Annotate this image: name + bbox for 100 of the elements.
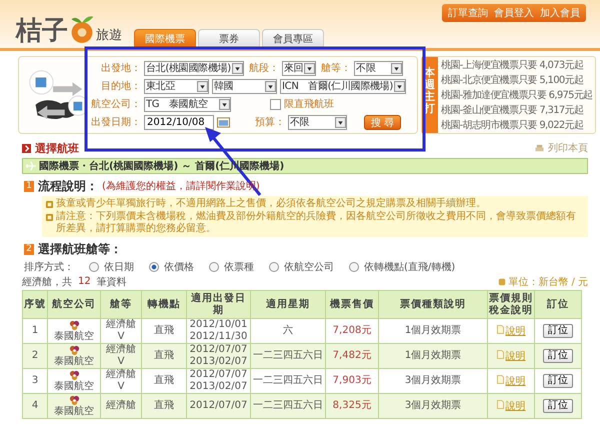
table-cell: 1個月效期票 bbox=[378, 344, 488, 368]
logo-text: 桔子 bbox=[16, 18, 68, 44]
dropdown[interactable]: 來回 bbox=[282, 60, 316, 76]
column-header: 轉機點 bbox=[142, 290, 186, 318]
promo-link[interactable]: 桃園-北京便宜機票只要 5,100元起 bbox=[441, 72, 592, 87]
caret-icon bbox=[304, 62, 316, 74]
table-cell: 一二三四五六日 bbox=[250, 394, 326, 418]
caret-icon bbox=[197, 80, 208, 92]
column-header: 票價種類說明 bbox=[378, 290, 488, 318]
field-label: 出發日期： bbox=[91, 116, 141, 129]
step-number: 1 bbox=[24, 180, 34, 192]
table-cell: 經濟艙 V bbox=[100, 344, 142, 368]
step-title: 流程說明： bbox=[38, 178, 98, 194]
checkbox-label: 限直飛航班 bbox=[284, 98, 334, 111]
checkbox[interactable] bbox=[270, 98, 281, 110]
column-header: 票價規則 稅金說明 bbox=[488, 290, 534, 318]
field-label: 目的地： bbox=[100, 80, 141, 93]
coin-icon bbox=[498, 278, 506, 286]
radio-button[interactable] bbox=[269, 262, 279, 272]
caret-icon bbox=[391, 62, 402, 74]
column-header: 適用星期 bbox=[250, 290, 326, 318]
field-label: 航空公司： bbox=[91, 98, 141, 111]
field-label: 出發地： bbox=[100, 62, 141, 75]
radio-label: 依價格 bbox=[164, 260, 194, 274]
column-header: 航空公司 bbox=[48, 290, 100, 318]
book-button[interactable]: 訂位 bbox=[543, 349, 573, 363]
field-label: 預算： bbox=[254, 116, 285, 129]
promo-link[interactable]: 桃園-釜山便宜機票只要 7,317元起 bbox=[441, 103, 592, 118]
notice-text: 孩童或青少年單獨旅行時，不適用網路上之售價，必須依各航空公司之規定購票及相關手續辦理。 bbox=[56, 198, 486, 210]
date-field[interactable]: 2012/10/08 bbox=[144, 114, 214, 130]
promo-link[interactable]: 桃園-上海便宜機票只要 4,073元起 bbox=[441, 58, 592, 72]
radio-label: 依轉機點(直飛/轉機) bbox=[364, 260, 456, 274]
table-cell: 直飛 bbox=[142, 394, 186, 418]
bullet-icon bbox=[46, 201, 53, 208]
radio-button[interactable] bbox=[149, 262, 159, 272]
logo-subtext: 旅遊 bbox=[96, 27, 122, 44]
orchid-icon bbox=[68, 394, 80, 406]
caret-icon bbox=[335, 116, 346, 128]
airline-name: 泰國航空 bbox=[54, 356, 94, 366]
radio-label: 依航空公司 bbox=[284, 260, 334, 274]
price-cell: 7,482元 bbox=[326, 344, 378, 368]
radio-button[interactable] bbox=[349, 262, 359, 272]
document-icon bbox=[496, 350, 504, 358]
dropdown[interactable]: 韓國 bbox=[212, 78, 277, 94]
printer-icon[interactable] bbox=[535, 144, 544, 152]
orchid-icon bbox=[68, 370, 80, 380]
column-header: 艙等 bbox=[100, 290, 142, 318]
caret-icon bbox=[219, 98, 230, 110]
step-title: 選擇航班艙等： bbox=[38, 240, 122, 258]
column-header: 訂位 bbox=[534, 290, 582, 318]
document-icon bbox=[496, 400, 504, 408]
caret-icon bbox=[232, 62, 243, 74]
radio-label: 依票種 bbox=[224, 260, 254, 274]
document-icon bbox=[496, 324, 504, 334]
notice-text: 請注意：下列票價未含機場稅，燃油費及部份外籍航空的兵險費，因各航空公司所徵收之費用不同，會導致票價總額有所差異，請打算購票的您務必留意。 bbox=[56, 211, 577, 235]
dropdown[interactable]: 台北(桃園國際機場) bbox=[144, 60, 244, 76]
column-header: 序號 bbox=[22, 290, 48, 318]
dropdown[interactable]: ICN 首爾(仁川國際機場) bbox=[280, 78, 406, 94]
radio-button[interactable] bbox=[209, 262, 219, 272]
nav-tab[interactable]: 票券 bbox=[198, 29, 260, 48]
table-cell: 經濟艙 bbox=[100, 394, 142, 418]
column-header: 適用出發日期 bbox=[186, 290, 250, 318]
bullet-icon bbox=[46, 214, 53, 221]
book-button[interactable]: 訂位 bbox=[543, 324, 573, 338]
radio-label: 依日期 bbox=[104, 260, 134, 274]
dropdown[interactable]: 不限 bbox=[354, 60, 404, 76]
column-header: 機票售價 bbox=[326, 290, 378, 318]
fruit-icon bbox=[69, 14, 95, 44]
calendar-icon[interactable] bbox=[217, 116, 230, 128]
step-number: 2 bbox=[24, 244, 34, 254]
field-label: 航段： bbox=[248, 62, 279, 75]
nav-tab[interactable]: 會員專區 bbox=[262, 29, 324, 48]
promo-link[interactable]: 桃園-胡志明市機票只要 9,022元起 bbox=[441, 118, 592, 132]
dropdown[interactable]: 東北亞 bbox=[144, 78, 209, 94]
table-cell: 直飛 bbox=[142, 344, 186, 368]
table-cell: 一二三四五六日 bbox=[250, 344, 326, 368]
field-label: 艙等： bbox=[320, 62, 352, 75]
airplane-icon bbox=[26, 161, 36, 171]
radio-button[interactable] bbox=[89, 262, 99, 272]
table-cell: 2012/07/07 bbox=[186, 394, 250, 418]
promo-link[interactable]: 桃園-雅加達便宜機票只要 6,975元起 bbox=[441, 88, 592, 102]
section-title: 選擇航班 bbox=[35, 140, 79, 156]
table-cell: 2012/07/07 2013/02/07 bbox=[186, 344, 250, 368]
airline-name: 泰國航空 bbox=[54, 330, 94, 342]
airline-name: 泰國航空 bbox=[54, 406, 94, 416]
count-number: 12 bbox=[78, 276, 91, 287]
book-button[interactable]: 訂位 bbox=[543, 399, 573, 413]
orchid-icon bbox=[68, 344, 80, 356]
caret-icon bbox=[394, 80, 406, 92]
book-button[interactable]: 訂位 bbox=[543, 374, 573, 388]
airline-name: 泰國航空 bbox=[54, 380, 94, 392]
currency-unit: 單位：新台幣 / 元 bbox=[508, 276, 588, 288]
count-text: 筆資料 bbox=[96, 276, 127, 288]
dropdown[interactable]: 不限 bbox=[288, 114, 347, 130]
arrow-icon bbox=[22, 144, 31, 152]
dropdown[interactable]: TG 泰國航空 bbox=[144, 96, 231, 112]
price-cell: 8,325元 bbox=[326, 394, 378, 418]
caret-icon bbox=[265, 80, 276, 92]
table-cell: 3個月效期票 bbox=[378, 394, 488, 418]
table-cell: 2 bbox=[22, 344, 48, 368]
